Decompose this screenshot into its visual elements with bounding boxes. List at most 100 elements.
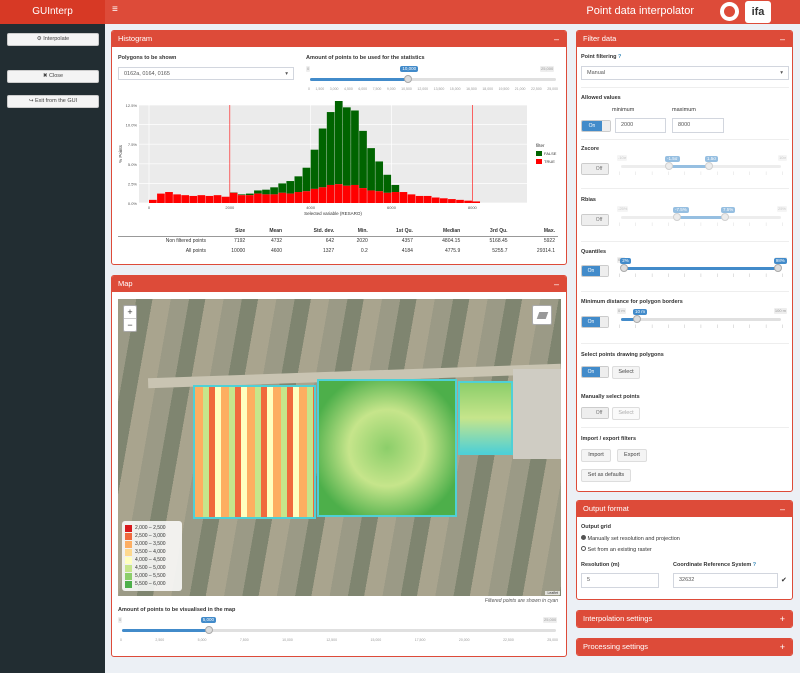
crs-input[interactable]: 32632	[673, 573, 778, 588]
rbias-slider[interactable]: -25% 25% -7.5% 7.5% | | | | | | | | | | |	[617, 206, 787, 228]
stats-points-slider[interactable]: 10,000	[310, 66, 556, 87]
slider-handle-low[interactable]	[673, 213, 681, 221]
tick-mark: |	[765, 171, 767, 175]
collapse-icon[interactable]: –	[780, 501, 785, 517]
switch-knob	[600, 367, 608, 377]
tick-mark: |	[635, 222, 637, 226]
map-canvas[interactable]: + − 2,000 – 2,500 2,500 – 3,000 3,000 – 3,…	[118, 299, 561, 596]
zoom-out-button[interactable]: −	[124, 319, 136, 332]
tick-label: 6,000	[358, 87, 368, 91]
stats-column-header[interactable]: 1st Qu.	[370, 226, 416, 237]
slider-ticks: 0 1,500 3,000 4,500 6,000 7,500 9,000 10,500 12,…	[308, 87, 558, 91]
switch-on: On	[582, 121, 602, 131]
set-defaults-button[interactable]: Set as defaults	[581, 469, 631, 482]
expand-icon[interactable]: +	[780, 639, 785, 655]
distance-slider[interactable]: 0 m 100 m 10 m | | | | | | | | | | |	[617, 308, 787, 330]
help-icon[interactable]: ?	[753, 562, 756, 568]
map-attribution[interactable]: Leaflet	[545, 591, 560, 595]
processing-settings-box[interactable]: Processing settings +	[576, 638, 793, 656]
radio-raster[interactable]: Set from an existing raster	[581, 546, 652, 553]
draw-select-button[interactable]: Select	[612, 366, 640, 379]
collapse-icon[interactable]: –	[554, 31, 559, 47]
bar-true	[448, 199, 456, 203]
close-icon: ✖	[42, 73, 48, 79]
stats-column-header[interactable]: Std. dev.	[285, 226, 338, 237]
interpolation-settings-box[interactable]: Interpolation settings +	[576, 610, 793, 628]
distance-switch[interactable]: On	[581, 316, 609, 328]
slider-handle-high[interactable]	[633, 315, 641, 323]
layers-icon[interactable]	[532, 305, 552, 325]
exit-gui-button[interactable]: ↪ Exit from the GUI	[7, 95, 99, 108]
resolution-input[interactable]: 5	[581, 573, 659, 588]
quantiles-switch[interactable]: On	[581, 265, 609, 277]
slider-handle[interactable]	[204, 626, 213, 634]
interpolate-button[interactable]: ⚙ Interpolate	[7, 33, 99, 46]
collapse-icon[interactable]: –	[554, 276, 559, 292]
slider-handle-low[interactable]	[620, 264, 629, 272]
tick-mark: |	[765, 273, 767, 277]
slider-handle-low[interactable]	[665, 162, 673, 170]
tick-mark: |	[749, 324, 751, 328]
slider-handle[interactable]	[404, 75, 413, 83]
interpolation-settings-header[interactable]: Interpolation settings +	[577, 611, 792, 627]
collapse-icon[interactable]: –	[780, 31, 785, 47]
manual-select-switch[interactable]: Off	[581, 407, 609, 419]
export-button[interactable]: Export	[617, 449, 647, 462]
import-button[interactable]: Import	[581, 449, 611, 462]
draw-polygons-switch[interactable]: On	[581, 366, 609, 378]
table-row: Non filtered points 7192 4732 642 2020 4357 48…	[118, 236, 558, 246]
help-icon[interactable]: ?	[618, 54, 621, 60]
bar-true	[423, 195, 432, 203]
legend-label: 4,000 – 4,500	[135, 557, 166, 563]
field-polygon-centre[interactable]	[317, 379, 457, 517]
stats-column-header[interactable]: Min.	[337, 226, 371, 237]
legend-label: 3,500 – 4,000	[135, 549, 166, 555]
zscore-slider[interactable]: -10σ 10σ -1.5σ 1.5σ | | | | | | | | | | |	[617, 155, 787, 177]
field-polygon-west[interactable]	[193, 385, 316, 519]
minimum-input[interactable]: 2000	[615, 118, 666, 133]
tick-mark: |	[781, 273, 783, 277]
field-polygon-east[interactable]	[458, 381, 513, 455]
manual-select-button[interactable]: Select	[612, 407, 640, 420]
polygons-select[interactable]: 0162a, 0164, 0165	[118, 67, 294, 80]
zscore-switch[interactable]: Off	[581, 163, 609, 175]
slider-high-value: 7.5%	[721, 207, 736, 213]
bar-false	[286, 181, 295, 194]
stats-column-header[interactable]: Size	[209, 226, 249, 237]
stats-column-header[interactable]: Max.	[510, 226, 558, 237]
quantiles-slider[interactable]: 0%100%2%98%|||||||||||	[617, 257, 787, 279]
zoom-in-button[interactable]: +	[124, 306, 136, 319]
stats-column-header[interactable]: 3rd Qu.	[463, 226, 511, 237]
import-export-label: Import / export filters	[581, 436, 637, 442]
rbias-switch[interactable]: Off	[581, 214, 609, 226]
table-cell: 7192	[234, 238, 246, 245]
maximum-input[interactable]: 8000	[672, 118, 724, 133]
close-button[interactable]: ✖ Close	[7, 70, 99, 83]
sidebar-toggle-icon[interactable]: ≡	[112, 4, 118, 15]
bar-false	[359, 130, 367, 189]
zscore-label: Zscore	[581, 146, 600, 152]
slider-max: 10σ	[778, 155, 787, 161]
github-icon[interactable]	[720, 2, 739, 21]
switch-knob	[582, 408, 590, 418]
stats-column-header[interactable]: Median	[415, 226, 464, 237]
allowed-values-switch[interactable]: On	[581, 120, 611, 132]
point-filtering-select[interactable]: Manual	[581, 66, 789, 80]
app-logo[interactable]: GUInterp	[0, 0, 105, 24]
radio-dot-checked	[581, 535, 586, 540]
y-tick-label: 5.0%	[128, 162, 138, 167]
radio-dot	[581, 546, 586, 551]
institute-logo[interactable]: ifa	[745, 1, 771, 23]
stats-column-header[interactable]: Mean	[248, 226, 286, 237]
tick-mark: |	[765, 222, 767, 226]
radio-manual[interactable]: Manually set resolution and projection	[581, 535, 680, 542]
processing-settings-header[interactable]: Processing settings +	[577, 639, 792, 655]
slider-handle-high[interactable]	[721, 213, 729, 221]
expand-icon[interactable]: +	[780, 611, 785, 627]
gear-icon: ⚙	[36, 36, 42, 42]
bar-true	[351, 184, 359, 203]
slider-handle-high[interactable]	[705, 162, 713, 170]
map-points-slider[interactable]: 5,000	[122, 617, 556, 638]
stats-column-header[interactable]	[118, 226, 210, 237]
slider-handle-high[interactable]	[773, 264, 782, 272]
